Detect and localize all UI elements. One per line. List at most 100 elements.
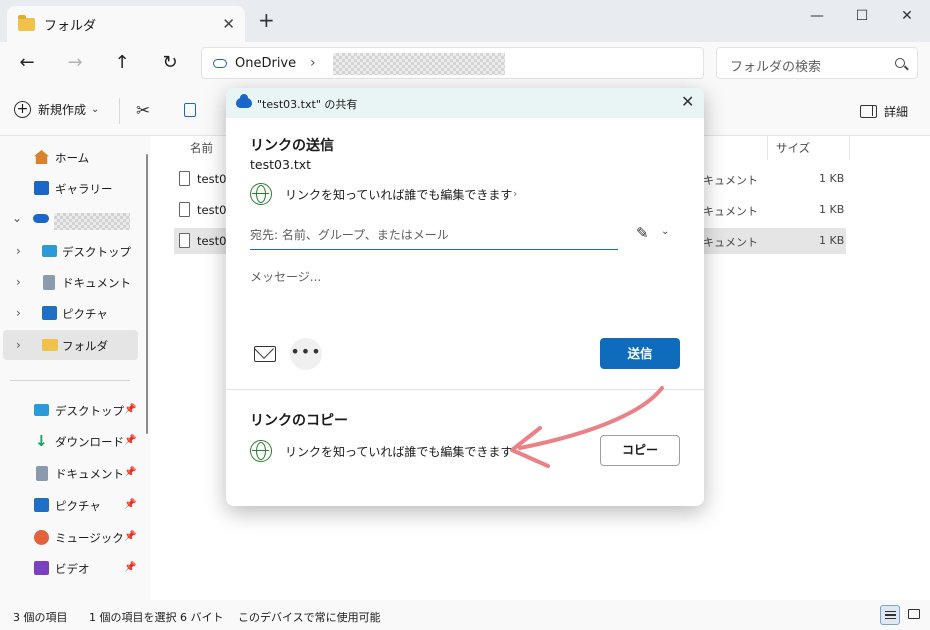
breadcrumb-redacted[interactable] [333,53,505,75]
tab-folder[interactable]: フォルダ ✕ [7,6,245,42]
pin-icon[interactable]: 📌 [124,562,136,573]
minimize-button[interactable]: — [807,6,827,26]
sidebar-item-onedrive-folder[interactable]: › フォルダ [3,330,138,360]
pictures-icon [42,306,57,320]
sidebar-item-music[interactable]: ミュージック 📌 [0,522,138,552]
home-icon [34,150,49,164]
column-header-name[interactable]: 名前 [190,140,213,156]
sidebar-item-desktop[interactable]: デスクトップ 📌 [0,395,138,425]
address-row: ← → ↑ ↻ OneDrive › フォルダの検索 [0,42,930,84]
sidebar-item-label: デスクトップ [55,404,124,418]
chevron-right-icon[interactable]: › [16,275,21,289]
column-header-size[interactable]: サイズ [776,140,810,156]
onedrive-cloud-icon [236,94,252,108]
recipient-input[interactable]: 宛先: 名前、グループ、またはメール [250,222,618,250]
sidebar-item-downloads[interactable]: ↓ ダウンロード 📌 [0,426,138,456]
globe-icon [250,183,272,205]
copy-button[interactable]: コピー [600,435,680,466]
pin-icon[interactable]: 📌 [124,531,136,542]
title-bar: フォルダ ✕ + — ☐ ✕ [0,0,930,42]
details-view-button[interactable] [880,605,900,625]
forward-button[interactable]: → [62,50,88,76]
sidebar-item-label: ピクチャ [55,499,101,513]
dialog-divider [226,389,704,390]
text-file-icon [179,202,190,217]
chevron-right-icon[interactable]: › [513,187,517,200]
documents-icon [43,275,55,290]
tab-close-icon[interactable]: ✕ [222,15,235,33]
new-tab-button[interactable]: + [258,10,275,30]
copy-link-permission[interactable]: リンクを知っていれば誰でも編集できます [285,443,512,460]
text-file-icon [179,171,190,186]
sidebar-item-onedrive-desktop[interactable]: › デスクトップ [0,236,138,266]
breadcrumb-chevron-icon[interactable]: › [310,55,316,71]
tiles-view-button[interactable] [904,605,924,625]
cut-icon[interactable]: ✂ [136,101,150,121]
status-bar: 3 個の項目 1 個の項目を選択 6 バイト このデバイスで常に使用可能 [0,600,930,630]
close-window-button[interactable]: ✕ [897,6,917,26]
sidebar-item-home[interactable]: ホーム [0,142,138,172]
search-box[interactable]: フォルダの検索 [716,47,918,79]
onedrive-account-redacted [54,213,130,230]
pin-icon[interactable]: 📌 [124,435,136,446]
onedrive-cloud-icon [33,214,49,223]
sidebar-item-video[interactable]: ビデオ 📌 [0,553,138,583]
breadcrumb-onedrive[interactable]: OneDrive [235,56,296,71]
desktop-icon [42,245,57,257]
back-button[interactable]: ← [14,50,40,76]
gallery-icon [34,181,49,195]
availability-status: このデバイスで常に使用可能 [238,611,381,624]
chevron-right-icon[interactable]: › [16,306,21,320]
pin-icon[interactable]: 📌 [124,404,136,415]
details-label: 詳細 [884,105,909,119]
chevron-right-icon[interactable]: › [16,338,21,352]
sidebar-item-onedrive-documents[interactable]: › ドキュメント [0,267,138,297]
sidebar-item-label: ダウンロード [55,435,124,449]
sidebar-scrollbar[interactable] [146,154,148,434]
documents-icon [36,466,48,481]
sidebar-item-label: デスクトップ [62,245,131,259]
message-input[interactable]: メッセージ... [250,268,321,285]
sidebar-item-label: ギャラリー [55,182,113,196]
mail-icon [254,346,276,362]
sidebar-item-label: ミュージック [55,531,124,545]
file-type: キュメント [703,236,758,249]
up-button[interactable]: ↑ [109,50,135,76]
search-input[interactable]: フォルダの検索 [730,56,821,75]
column-separator[interactable] [849,136,850,160]
address-bar[interactable]: OneDrive › [201,47,704,79]
plus-icon: + [14,101,31,118]
file-type: キュメント [703,205,758,218]
chevron-down-icon[interactable]: ⌄ [661,226,669,237]
sidebar-item-onedrive-pictures[interactable]: › ピクチャ [0,298,138,328]
column-separator[interactable] [767,136,768,160]
chevron-right-icon[interactable]: › [16,244,21,258]
details-button[interactable]: 詳細 [860,103,908,120]
pin-icon[interactable]: 📌 [124,499,136,510]
pictures-icon [34,498,49,512]
new-button[interactable]: + 新規作成 ⌄ [14,101,99,118]
file-size: 1 KB [819,172,845,185]
file-size: 1 KB [819,203,845,216]
desktop-icon [34,404,49,416]
download-icon: ↓ [35,432,48,450]
tab-label: フォルダ [44,18,97,34]
shared-file-name: test03.txt [250,157,312,172]
copy-link-heading: リンクのコピー [250,413,348,429]
pin-icon[interactable]: 📌 [124,467,136,478]
edit-permission-icon[interactable]: ✎ [636,224,649,242]
sidebar-item-gallery[interactable]: ギャラリー [0,173,138,203]
more-options-button[interactable]: ••• [290,338,322,370]
close-icon[interactable]: ✕ [681,93,694,111]
send-button[interactable]: 送信 [600,338,680,369]
copy-icon[interactable] [184,103,196,117]
maximize-button[interactable]: ☐ [852,6,872,26]
email-button[interactable] [252,341,278,367]
refresh-button[interactable]: ↻ [157,50,183,76]
link-permission-setting[interactable]: リンクを知っていれば誰でも編集できます [285,186,512,203]
new-label: 新規作成 [38,103,87,117]
sidebar-item-pictures[interactable]: ピクチャ 📌 [0,490,138,520]
chevron-down-icon[interactable]: ⌄ [12,211,22,225]
selection-info: 1 個の項目を選択 6 バイト [89,611,224,624]
sidebar-item-documents[interactable]: ドキュメント 📌 [0,458,138,488]
